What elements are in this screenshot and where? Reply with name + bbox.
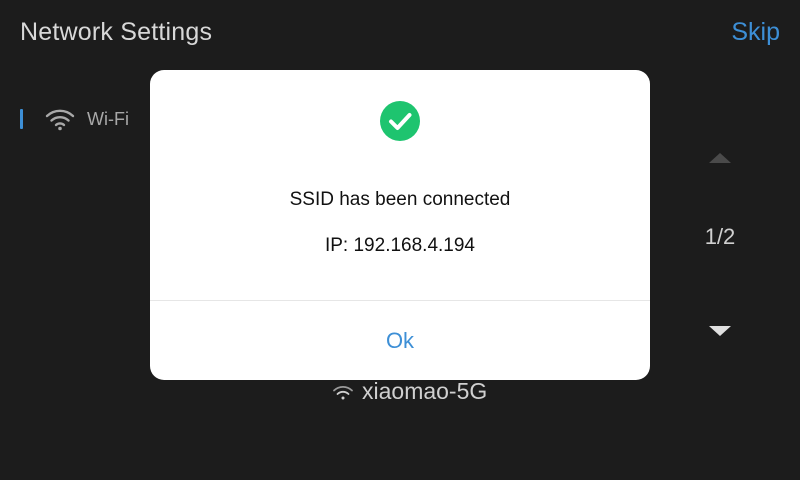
page-title: Network Settings [20,18,213,46]
network-name: xiaomao-5G [362,378,488,404]
page-up-arrow-icon[interactable] [709,153,731,163]
check-circle-icon [380,101,420,141]
ip-address: IP: 192.168.4.194 [324,235,475,256]
wifi-icon [45,109,75,131]
connection-dialog: SSID has been connected IP: 192.168.4.19… [150,70,650,380]
dialog-message: SSID has been connected [289,189,511,210]
wifi-icon [333,385,353,399]
sidebar-item-label: Wi-Fi [87,108,129,129]
screen: Network Settings Skip Wi-Fi 1/2 xiaomao-… [0,0,800,480]
page-down-arrow-icon[interactable] [709,326,731,336]
active-indicator [20,109,23,129]
ok-button[interactable]: Ok [150,301,650,380]
skip-button[interactable]: Skip [731,18,780,47]
sidebar-item-wifi[interactable]: Wi-Fi [20,104,129,134]
network-list-item[interactable]: xiaomao-5G [332,378,487,405]
page-indicator: 1/2 [704,224,736,249]
